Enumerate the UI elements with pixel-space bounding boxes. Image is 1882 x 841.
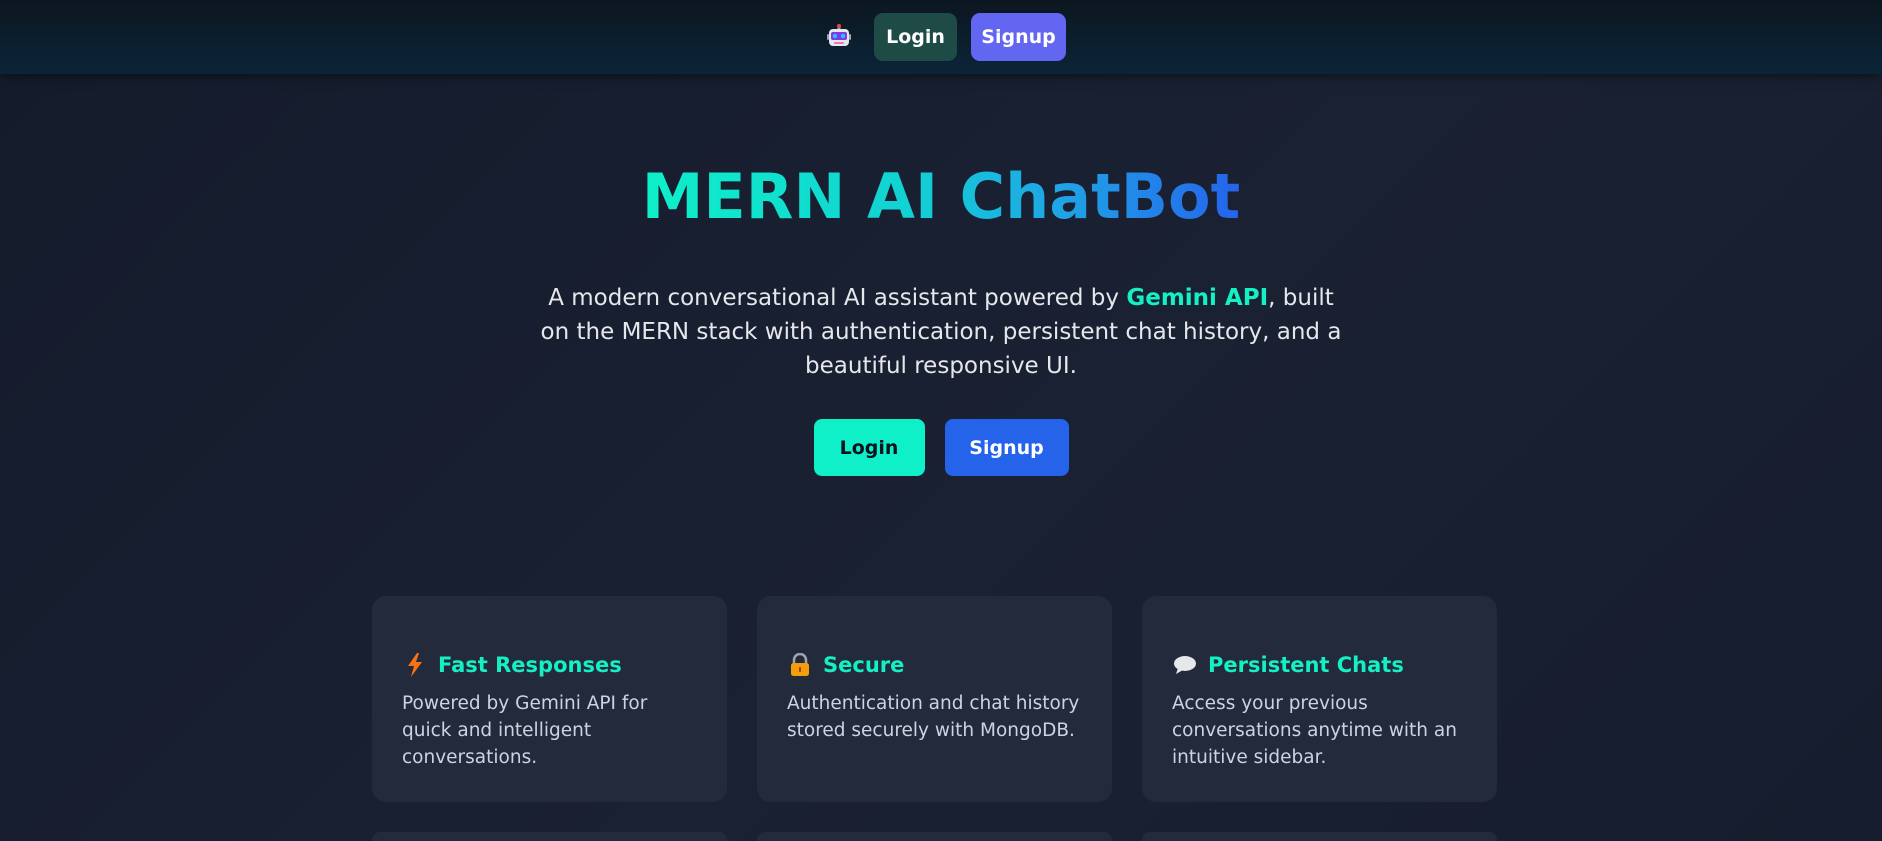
feature-card-text: Powered by Gemini API for quick and inte… — [402, 693, 648, 768]
hero-description: A modern conversational AI assistant pow… — [531, 281, 1351, 383]
speech-bubble-icon — [1172, 652, 1198, 678]
features-grid: Fast Responses Powered by Gemini API for… — [372, 596, 1498, 841]
lightning-icon — [402, 652, 428, 678]
nav-signup-button[interactable]: Signup — [971, 13, 1066, 61]
nav-login-button[interactable]: Login — [874, 13, 957, 61]
feature-card-header: Persistent Chats — [1172, 652, 1469, 678]
feature-card-partial — [1142, 832, 1497, 841]
robot-icon[interactable] — [822, 20, 856, 54]
hero-actions: Login Signup — [0, 419, 1882, 476]
feature-card-title: Persistent Chats — [1208, 653, 1404, 677]
feature-card-header: Fast Responses — [402, 652, 699, 678]
page-title: MERN AI ChatBot — [0, 160, 1882, 233]
navbar: Login Signup — [0, 0, 1882, 74]
feature-card-title: Secure — [823, 653, 905, 677]
feature-card-persistent-chats: Persistent Chats Access your previous co… — [1142, 596, 1497, 802]
landing-page: Login Signup MERN AI ChatBot A modern co… — [0, 0, 1882, 841]
lock-icon — [787, 652, 813, 678]
hero-description-lead: A modern conversational AI assistant pow… — [548, 285, 1127, 311]
feature-card-title: Fast Responses — [438, 653, 622, 677]
feature-card-partial — [372, 832, 727, 841]
feature-card-secure: Secure Authentication and chat history s… — [757, 596, 1112, 802]
navbar-group: Login Signup — [822, 13, 1066, 61]
feature-card-text: Authentication and chat history stored s… — [787, 693, 1080, 741]
hero-login-button[interactable]: Login — [813, 419, 925, 476]
feature-card-fast-responses: Fast Responses Powered by Gemini API for… — [372, 596, 727, 802]
feature-card-partial — [757, 832, 1112, 841]
feature-card-text: Access your previous conversations anyti… — [1172, 693, 1457, 768]
hero-signup-button[interactable]: Signup — [944, 419, 1069, 476]
hero-description-accent: Gemini API — [1126, 285, 1269, 311]
page-title-text: MERN AI ChatBot — [641, 160, 1241, 233]
feature-card-header: Secure — [787, 652, 1084, 678]
